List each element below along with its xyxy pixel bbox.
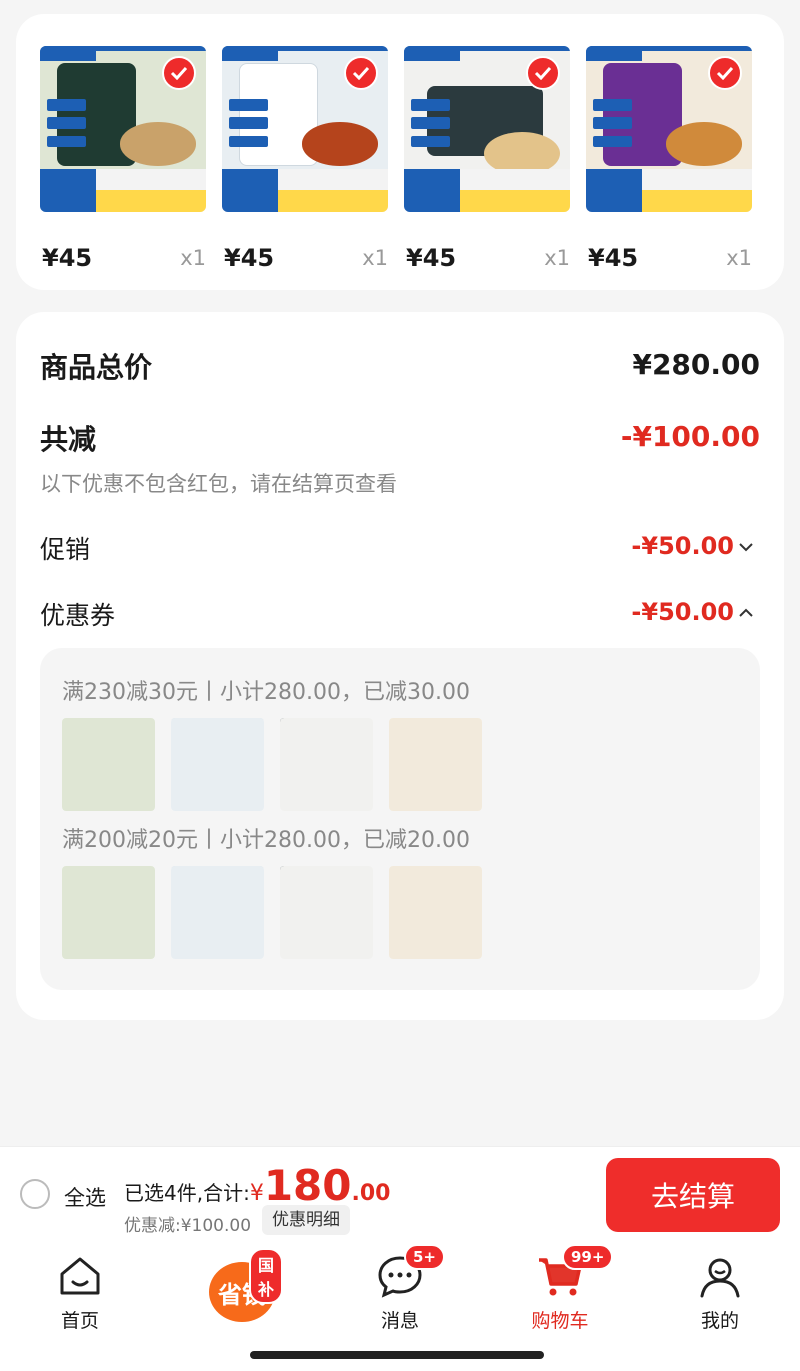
price-summary-card: 商品总价 ¥280.00 共减 -¥100.00 以下优惠不包含红包，请在结算页… [16, 312, 784, 1020]
product-image[interactable] [404, 46, 570, 212]
chevron-up-icon [738, 603, 754, 622]
discount-detail-button[interactable]: 优惠明细 [262, 1205, 350, 1235]
message-badge: 5+ [404, 1244, 446, 1270]
tab-profile[interactable]: 我的 [640, 1252, 800, 1332]
tab-save-money[interactable]: 省钱 国补 [160, 1248, 320, 1332]
reduce-value: -¥100.00 [620, 420, 760, 453]
tab-messages[interactable]: 5+ 消息 [320, 1244, 480, 1332]
select-all-checkbox[interactable] [20, 1179, 50, 1209]
tab-home[interactable]: 首页 [0, 1252, 160, 1332]
item-quantity: x1 [180, 246, 206, 270]
save-money-icon: 省钱 国补 [205, 1248, 284, 1322]
cart-badge: 99+ [562, 1244, 614, 1270]
product-image[interactable] [222, 46, 388, 212]
product-image[interactable] [40, 46, 206, 212]
tab-label: 我的 [700, 1310, 739, 1332]
cart-item[interactable]: ¥45 x1 [222, 46, 388, 272]
cart-item[interactable]: ¥45 x1 [40, 46, 206, 272]
product-image[interactable] [586, 46, 752, 212]
total-decimals: .00 [351, 1181, 391, 1206]
coupon-rule: 满230减30元丨小计280.00，已减30.00 [62, 680, 470, 705]
coupon-product-thumb[interactable] [280, 718, 373, 811]
item-quantity: x1 [544, 246, 570, 270]
total-label: 商品总价 [40, 351, 153, 384]
tab-cart[interactable]: 99+ 购物车 [480, 1244, 640, 1332]
cart-item[interactable]: ¥45 x1 [404, 46, 570, 272]
subsidy-badge: 国补 [249, 1248, 284, 1304]
tab-label: 首页 [60, 1310, 99, 1332]
chevron-down-icon [738, 537, 754, 556]
cart-items-card: ¥45 x1 ¥45 x1 ¥45 x1 ¥45 x1 [16, 14, 784, 290]
item-price: ¥45 [406, 244, 457, 272]
home-indicator [250, 1351, 544, 1359]
selected-count-text: 已选4件,合计: [124, 1181, 250, 1205]
coupon-toggle[interactable]: -¥50.00 [631, 598, 754, 626]
selected-check-icon[interactable] [344, 56, 378, 90]
message-icon: 5+ [376, 1244, 446, 1300]
tab-label: 购物车 [531, 1310, 589, 1332]
coupon-product-thumb[interactable] [171, 718, 264, 811]
coupon-product-thumb[interactable] [280, 866, 373, 959]
checkout-bar: 全选 已选4件,合计:¥180.00 优惠减:¥100.00 优惠明细 去结算 [0, 1146, 800, 1242]
coupon-product-thumb[interactable] [62, 718, 155, 811]
item-price: ¥45 [588, 244, 639, 272]
coupon-detail-panel: 满230减30元丨小计280.00，已减30.00 满200减20元丨小计280… [40, 648, 760, 990]
total-value: ¥280.00 [632, 348, 760, 381]
coupon-label: 优惠券 [40, 601, 116, 630]
promo-value: -¥50.00 [631, 532, 734, 560]
coupon-product-thumb[interactable] [389, 866, 482, 959]
profile-icon [696, 1252, 744, 1300]
coupon-product-thumb[interactable] [389, 718, 482, 811]
selected-check-icon[interactable] [526, 56, 560, 90]
item-price: ¥45 [224, 244, 275, 272]
coupon-product-thumb[interactable] [62, 866, 155, 959]
coupon-product-list [62, 866, 482, 959]
tab-label: 消息 [380, 1310, 419, 1332]
item-price: ¥45 [42, 244, 93, 272]
item-quantity: x1 [726, 246, 752, 270]
discount-amount: 优惠减:¥100.00 [124, 1216, 252, 1236]
coupon-product-list [62, 718, 482, 811]
home-icon [56, 1252, 104, 1300]
coupon-product-thumb[interactable] [171, 866, 264, 959]
reduce-label: 共减 [40, 423, 97, 456]
select-all-label[interactable]: 全选 [64, 1182, 106, 1212]
selected-check-icon[interactable] [162, 56, 196, 90]
total-amount: 180 [263, 1161, 352, 1210]
checkout-button[interactable]: 去结算 [606, 1158, 780, 1232]
coupon-rule: 满200减20元丨小计280.00，已减20.00 [62, 828, 470, 853]
cart-icon: 99+ [536, 1244, 614, 1300]
cart-item[interactable]: ¥45 x1 [586, 46, 752, 272]
promo-toggle[interactable]: -¥50.00 [631, 532, 754, 560]
promo-label: 促销 [40, 535, 91, 564]
total-currency: ¥ [249, 1181, 264, 1206]
coupon-value: -¥50.00 [631, 598, 734, 626]
total-line: 已选4件,合计:¥180.00 [124, 1161, 390, 1210]
discount-note: 以下优惠不包含红包，请在结算页查看 [40, 472, 397, 496]
selected-check-icon[interactable] [708, 56, 742, 90]
item-quantity: x1 [362, 246, 388, 270]
